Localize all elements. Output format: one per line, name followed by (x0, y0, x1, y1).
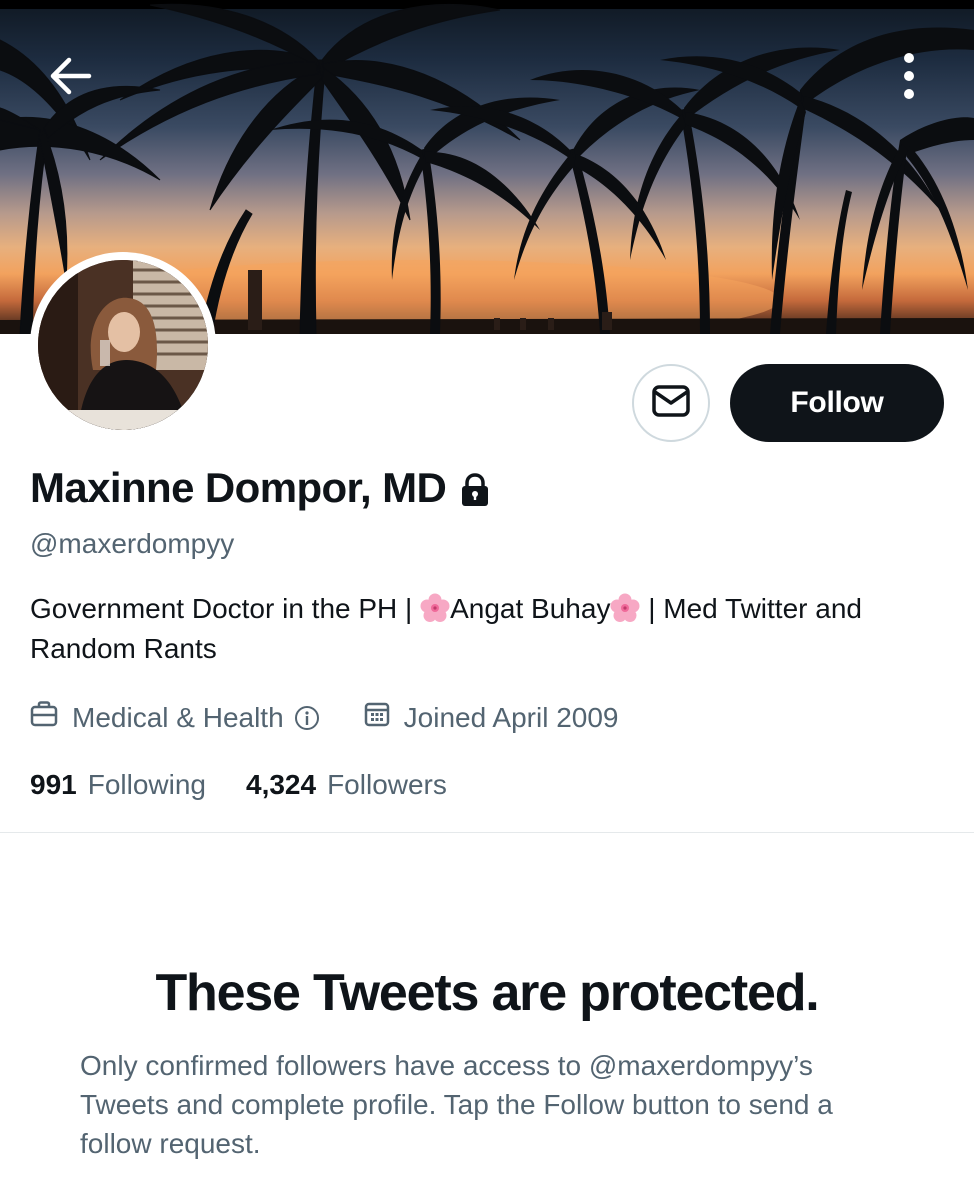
cherry-blossom-icon (420, 593, 450, 623)
joined-item: Joined April 2009 (364, 700, 619, 736)
followers-count: 4,324 (246, 769, 317, 800)
user-handle: @maxerdompyy (30, 528, 235, 559)
bio-text-2: Angat Buhay (450, 593, 611, 624)
more-vertical-icon (902, 52, 916, 105)
name-row: Maxinne Dompor, MD (30, 462, 490, 514)
following-count: 991 (30, 769, 77, 800)
cherry-blossom-icon (610, 593, 640, 623)
category-label: Medical & Health (72, 702, 284, 733)
profile-bio: Government Doctor in the PH | Angat Buha… (30, 589, 950, 669)
following-label: Following (87, 769, 206, 800)
joined-date: Joined April 2009 (403, 702, 619, 733)
follow-button[interactable]: Follow (730, 364, 944, 442)
followers-label: Followers (327, 769, 447, 800)
follow-stats: 991 Following 4,324 Followers (30, 767, 447, 803)
briefcase-icon (30, 700, 72, 736)
lock-icon (460, 473, 490, 507)
protected-description: Only confirmed followers have access to … (80, 1050, 833, 1159)
avatar-frame[interactable] (30, 252, 216, 438)
back-button[interactable] (40, 52, 100, 104)
bio-text-1: Government Doctor in the PH | (30, 593, 421, 624)
display-name: Maxinne Dompor, MD (30, 464, 447, 511)
arrow-left-icon (47, 56, 93, 101)
protected-title: These Tweets are protected. (155, 964, 819, 1022)
more-options-button[interactable] (884, 48, 934, 108)
message-button[interactable] (632, 364, 710, 442)
followers-link[interactable]: 4,324 Followers (246, 767, 447, 803)
category-item[interactable]: Medical & Health (30, 700, 334, 736)
info-icon[interactable] (294, 705, 334, 731)
avatar (38, 260, 208, 430)
section-divider (0, 832, 974, 833)
following-link[interactable]: 991 Following (30, 767, 206, 803)
profile-meta: Medical & Health Joined April 2009 (30, 700, 618, 736)
envelope-icon (651, 384, 691, 423)
calendar-icon (364, 700, 404, 736)
